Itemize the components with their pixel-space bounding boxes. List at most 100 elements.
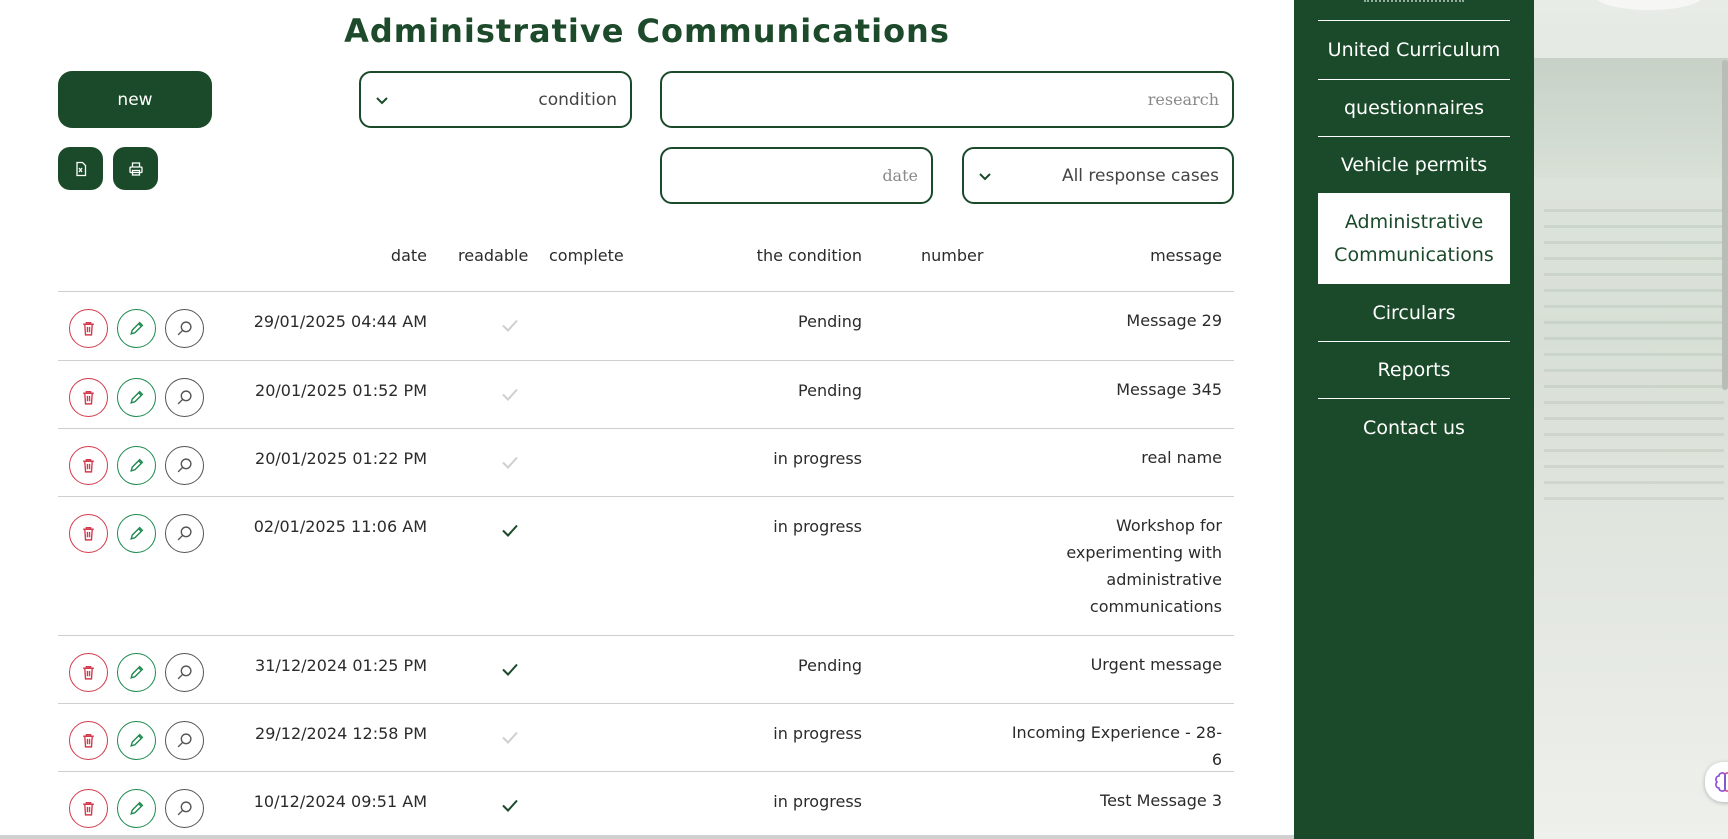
response-cases-select[interactable]: All response cases — [962, 147, 1234, 204]
trash-icon — [83, 733, 94, 748]
sidebar-item-label: Reports — [1377, 359, 1451, 381]
research-placeholder: research — [1147, 90, 1219, 109]
sidebar-item-label: Administrative Communications — [1334, 211, 1494, 266]
header-date: date — [390, 246, 427, 265]
view-button[interactable] — [165, 721, 204, 760]
row-date: 20/01/2025 01:52 PM — [255, 381, 427, 400]
row-condition: in progress — [773, 449, 862, 468]
view-button[interactable] — [165, 309, 204, 348]
pencil-icon — [130, 458, 144, 472]
delete-button[interactable] — [69, 446, 108, 485]
row-condition: in progress — [773, 792, 862, 811]
row-date: 29/01/2025 04:44 AM — [253, 312, 427, 331]
delete-button[interactable] — [69, 721, 108, 760]
delete-button[interactable] — [69, 653, 108, 692]
date-input[interactable]: date — [660, 147, 933, 204]
sidebar-item-cutoff[interactable] — [1364, 0, 1464, 4]
search-icon — [177, 733, 192, 748]
view-button[interactable] — [165, 446, 204, 485]
row-condition: Pending — [798, 381, 862, 400]
row-date: 20/01/2025 01:22 PM — [255, 449, 427, 468]
edit-button[interactable] — [117, 653, 156, 692]
check-icon — [502, 799, 518, 812]
view-button[interactable] — [165, 789, 204, 828]
edit-button[interactable] — [117, 446, 156, 485]
view-button[interactable] — [165, 514, 204, 553]
header-condition: the condition — [756, 246, 862, 265]
excel-export-button[interactable] — [58, 147, 103, 190]
chevron-down-icon — [979, 172, 991, 180]
page-scrollbar[interactable] — [1722, 60, 1728, 390]
sidebar-item-contact-us[interactable]: Contact us — [1318, 399, 1510, 456]
sidebar-item-label: Vehicle permits — [1340, 154, 1488, 176]
pencil-icon — [130, 390, 144, 404]
response-cases-value: All response cases — [1061, 165, 1219, 186]
sidebar-item-administrative-communications[interactable]: Administrative Communications — [1318, 194, 1510, 284]
sidebar-item-vehicle-permits[interactable]: Vehicle permits — [1318, 137, 1510, 194]
check-icon — [502, 388, 518, 401]
pencil-icon — [130, 526, 144, 540]
excel-export-icon — [75, 161, 86, 176]
row-date: 10/12/2024 09:51 AM — [253, 792, 427, 811]
edit-button[interactable] — [117, 309, 156, 348]
header-readable: readable — [458, 246, 529, 265]
row-actions — [69, 789, 204, 828]
search-icon — [177, 458, 192, 473]
row-message: Message 345 — [1116, 380, 1222, 399]
delete-button[interactable] — [69, 378, 108, 417]
horizontal-scrollbar[interactable] — [0, 835, 1294, 839]
row-condition: in progress — [773, 517, 862, 536]
row-actions — [69, 514, 204, 553]
table-row: 02/01/2025 11:06 AM in progress Workshop… — [58, 497, 1234, 636]
row-actions — [69, 446, 204, 485]
row-message: real name — [1141, 448, 1222, 467]
sidebar-item-label: Circulars — [1372, 301, 1456, 324]
search-icon — [177, 390, 192, 405]
check-icon — [502, 731, 518, 744]
sidebar-item-united-curriculum[interactable]: United Curriculum — [1318, 21, 1510, 80]
sidebar: United Curriculum questionnaires Vehicle p… — [1294, 0, 1534, 839]
search-icon — [177, 526, 192, 541]
background-photo — [1534, 0, 1728, 839]
edit-button[interactable] — [117, 721, 156, 760]
pencil-icon — [130, 801, 144, 815]
main-content: Administrative Communications new condit… — [0, 0, 1294, 839]
view-button[interactable] — [165, 378, 204, 417]
trash-icon — [83, 458, 94, 473]
row-message: Workshop for experimenting with administ… — [1066, 516, 1222, 616]
edit-button[interactable] — [117, 789, 156, 828]
header-number: number — [921, 246, 984, 265]
table-row: 20/01/2025 01:52 PM Pending Message 345 — [58, 361, 1234, 429]
sidebar-item-label: United Curriculum — [1327, 39, 1501, 61]
print-button[interactable] — [113, 147, 158, 190]
new-button[interactable]: new — [58, 71, 212, 128]
edit-button[interactable] — [117, 514, 156, 553]
search-icon — [177, 321, 192, 336]
table-header: date readable complete the condition num… — [58, 230, 1234, 292]
delete-button[interactable] — [69, 514, 108, 553]
header-complete: complete — [549, 246, 624, 265]
condition-select[interactable]: condition — [359, 71, 632, 128]
research-input[interactable]: research — [660, 71, 1234, 128]
row-date: 02/01/2025 11:06 AM — [253, 517, 427, 536]
view-button[interactable] — [165, 653, 204, 692]
sidebar-item-label: questionnaires — [1343, 97, 1485, 119]
row-actions — [69, 721, 204, 760]
date-placeholder: date — [882, 166, 918, 185]
pencil-icon — [130, 665, 144, 679]
sidebar-item-reports[interactable]: Reports — [1318, 342, 1510, 399]
row-message: Test Message 3 — [1100, 791, 1222, 810]
edit-button[interactable] — [117, 378, 156, 417]
delete-button[interactable] — [69, 309, 108, 348]
brain-icon — [1715, 772, 1728, 792]
sidebar-item-questionnaires[interactable]: questionnaires — [1318, 80, 1510, 137]
delete-button[interactable] — [69, 789, 108, 828]
row-condition: Pending — [798, 312, 862, 331]
row-condition: Pending — [798, 656, 862, 675]
sidebar-item-circulars[interactable]: Circulars — [1318, 284, 1510, 342]
check-icon — [502, 456, 518, 469]
condition-select-value: condition — [538, 89, 617, 110]
row-message: Message 29 — [1126, 311, 1222, 330]
chevron-down-icon — [376, 96, 388, 104]
sidebar-item-label: Contact us — [1363, 416, 1465, 439]
